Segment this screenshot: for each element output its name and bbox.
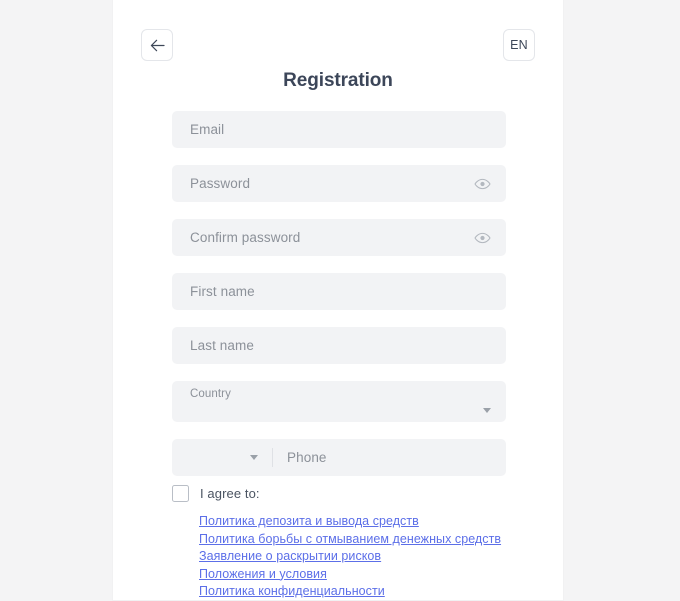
language-button[interactable]: EN: [503, 29, 535, 61]
last-name-placeholder: Last name: [190, 338, 254, 353]
agree-label: I agree to:: [200, 486, 260, 501]
confirm-password-visibility-toggle[interactable]: [473, 229, 491, 247]
password-visibility-toggle[interactable]: [473, 175, 491, 193]
agreement-row: I agree to:: [172, 485, 260, 502]
header: EN: [113, 29, 563, 63]
phone-placeholder: Phone: [287, 450, 327, 465]
page-title: Registration: [283, 70, 393, 91]
eye-icon: [473, 178, 491, 189]
link-aml-policy[interactable]: Политика борьбы с отмыванием денежных ср…: [199, 531, 619, 549]
eye-icon: [473, 232, 491, 243]
chevron-down-icon: [250, 455, 258, 460]
link-risk-disclosure[interactable]: Заявление о раскрытии рисков: [199, 548, 619, 566]
phone-number-input[interactable]: Phone: [273, 439, 506, 476]
link-privacy-policy[interactable]: Политика конфиденциальности: [199, 583, 619, 601]
registration-page: EN Registration Email Password Confirm p…: [0, 0, 680, 600]
registration-card: EN Registration Email Password Confirm p…: [113, 0, 563, 600]
confirm-password-field[interactable]: Confirm password: [172, 219, 506, 256]
country-select[interactable]: Country: [172, 381, 506, 422]
phone-field: Phone: [172, 439, 506, 476]
country-label: Country: [190, 388, 231, 400]
link-terms-and-conditions[interactable]: Положения и условия: [199, 566, 619, 584]
confirm-password-placeholder: Confirm password: [190, 230, 301, 245]
link-deposit-withdrawal-policy[interactable]: Политика депозита и вывода средств: [199, 513, 619, 531]
password-placeholder: Password: [190, 176, 251, 191]
chevron-down-icon: [483, 408, 491, 413]
email-placeholder: Email: [190, 122, 225, 137]
arrow-left-icon: [150, 39, 165, 51]
language-label: EN: [510, 38, 528, 52]
agreement-links: Политика депозита и вывода средств Полит…: [199, 513, 619, 601]
email-field[interactable]: Email: [172, 111, 506, 148]
first-name-placeholder: First name: [190, 284, 255, 299]
password-field[interactable]: Password: [172, 165, 506, 202]
agree-checkbox[interactable]: [172, 485, 189, 502]
phone-country-code-select[interactable]: [172, 439, 272, 476]
registration-form: Email Password Confirm password First na…: [172, 111, 506, 493]
first-name-field[interactable]: First name: [172, 273, 506, 310]
last-name-field[interactable]: Last name: [172, 327, 506, 364]
back-button[interactable]: [141, 29, 173, 61]
